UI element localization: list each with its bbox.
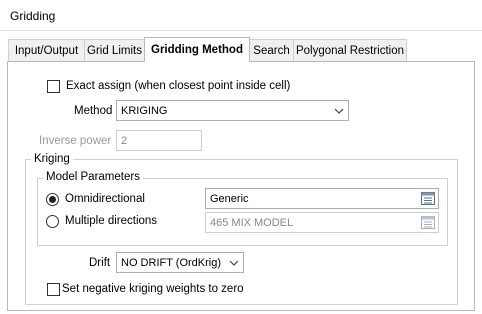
tab-input-output[interactable]: Input/Output [8, 39, 85, 61]
tab-label: Input/Output [14, 44, 79, 57]
title-divider [0, 30, 482, 31]
browse-list-icon[interactable] [421, 216, 435, 229]
omnidirectional-model-value: Generic [210, 192, 249, 205]
tab-polygonal-restriction[interactable]: Polygonal Restriction [293, 39, 407, 61]
tab-search[interactable]: Search [249, 39, 294, 61]
inverse-power-label: Inverse power [39, 135, 112, 147]
chevron-down-icon [330, 108, 348, 114]
model-parameters-label: Model Parameters [43, 171, 143, 183]
tab-label: Gridding Method [151, 44, 243, 56]
window-title: Gridding [10, 9, 56, 23]
method-dropdown[interactable]: KRIGING [116, 100, 349, 121]
omnidirectional-radio[interactable] [46, 193, 59, 206]
omnidirectional-model-field[interactable]: Generic [205, 188, 439, 209]
inverse-power-value: 2 [121, 134, 128, 147]
omnidirectional-label: Omnidirectional [65, 193, 145, 205]
multiple-directions-radio[interactable] [46, 215, 59, 228]
drift-label: Drift [89, 257, 111, 269]
method-label: Method [74, 105, 113, 117]
multiple-directions-model-field[interactable]: 465 MIX MODEL [205, 212, 439, 233]
drift-value: NO DRIFT (OrdKrig) [121, 256, 222, 269]
chevron-down-icon [225, 260, 243, 266]
multiple-directions-model-value: 465 MIX MODEL [210, 216, 294, 229]
kriging-group-label: Kriging [31, 153, 73, 165]
inverse-power-input[interactable]: 2 [116, 130, 202, 151]
tab-gridding-method[interactable]: Gridding Method [144, 37, 250, 62]
exact-assign-checkbox[interactable] [47, 80, 60, 93]
browse-list-icon[interactable] [421, 192, 435, 205]
tab-label: Polygonal Restriction [295, 44, 405, 57]
tab-label: Search [253, 44, 290, 57]
tab-grid-limits[interactable]: Grid Limits [84, 39, 145, 61]
method-value: KRIGING [121, 104, 168, 117]
tab-panel: Exact assign (when closest point inside … [7, 61, 475, 311]
exact-assign-label: Exact assign (when closest point inside … [66, 80, 291, 92]
negative-weights-checkbox[interactable] [47, 283, 60, 296]
multiple-directions-label: Multiple directions [65, 215, 158, 227]
negative-weights-label: Set negative kriging weights to zero [62, 283, 244, 295]
radio-selected-dot [49, 196, 56, 203]
tab-label: Grid Limits [87, 44, 142, 57]
drift-dropdown[interactable]: NO DRIFT (OrdKrig) [116, 252, 244, 273]
